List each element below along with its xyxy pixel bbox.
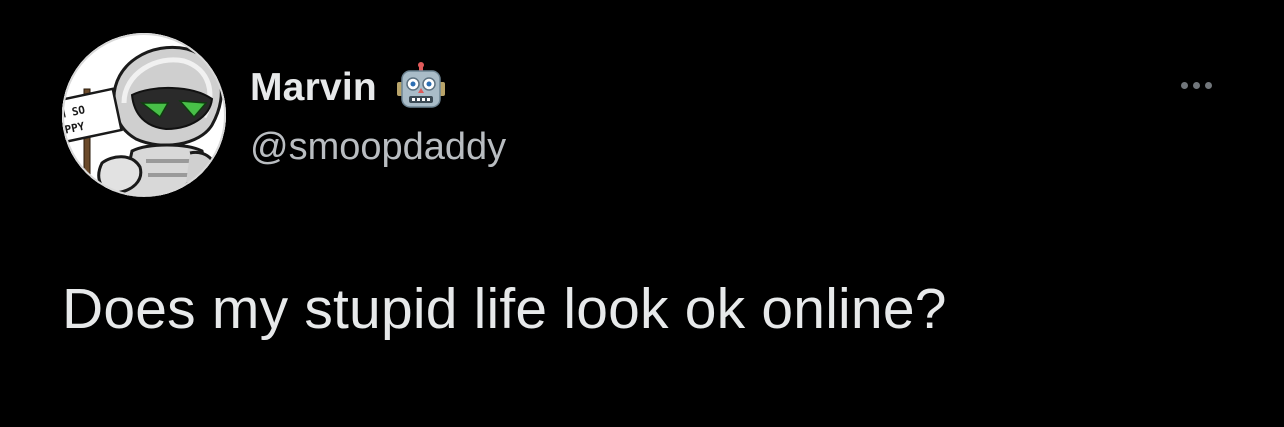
more-horizontal-icon[interactable] — [1170, 70, 1222, 100]
tweet-text: Does my stupid life look ok online? — [62, 277, 947, 341]
author-name-row[interactable]: Marvin — [250, 62, 447, 114]
tweet: M SO APPY Marvin @smoopdaddy Does my stu… — [0, 0, 1284, 427]
more-dot — [1204, 81, 1212, 89]
marvin-robot-avatar-icon: M SO APPY — [62, 33, 226, 197]
more-dot — [1192, 81, 1200, 89]
author-handle[interactable]: @smoopdaddy — [250, 126, 506, 169]
avatar[interactable]: M SO APPY — [62, 33, 226, 197]
more-dot — [1180, 81, 1188, 89]
robot-face-icon — [395, 62, 447, 114]
author-display-name[interactable]: Marvin — [250, 66, 377, 110]
